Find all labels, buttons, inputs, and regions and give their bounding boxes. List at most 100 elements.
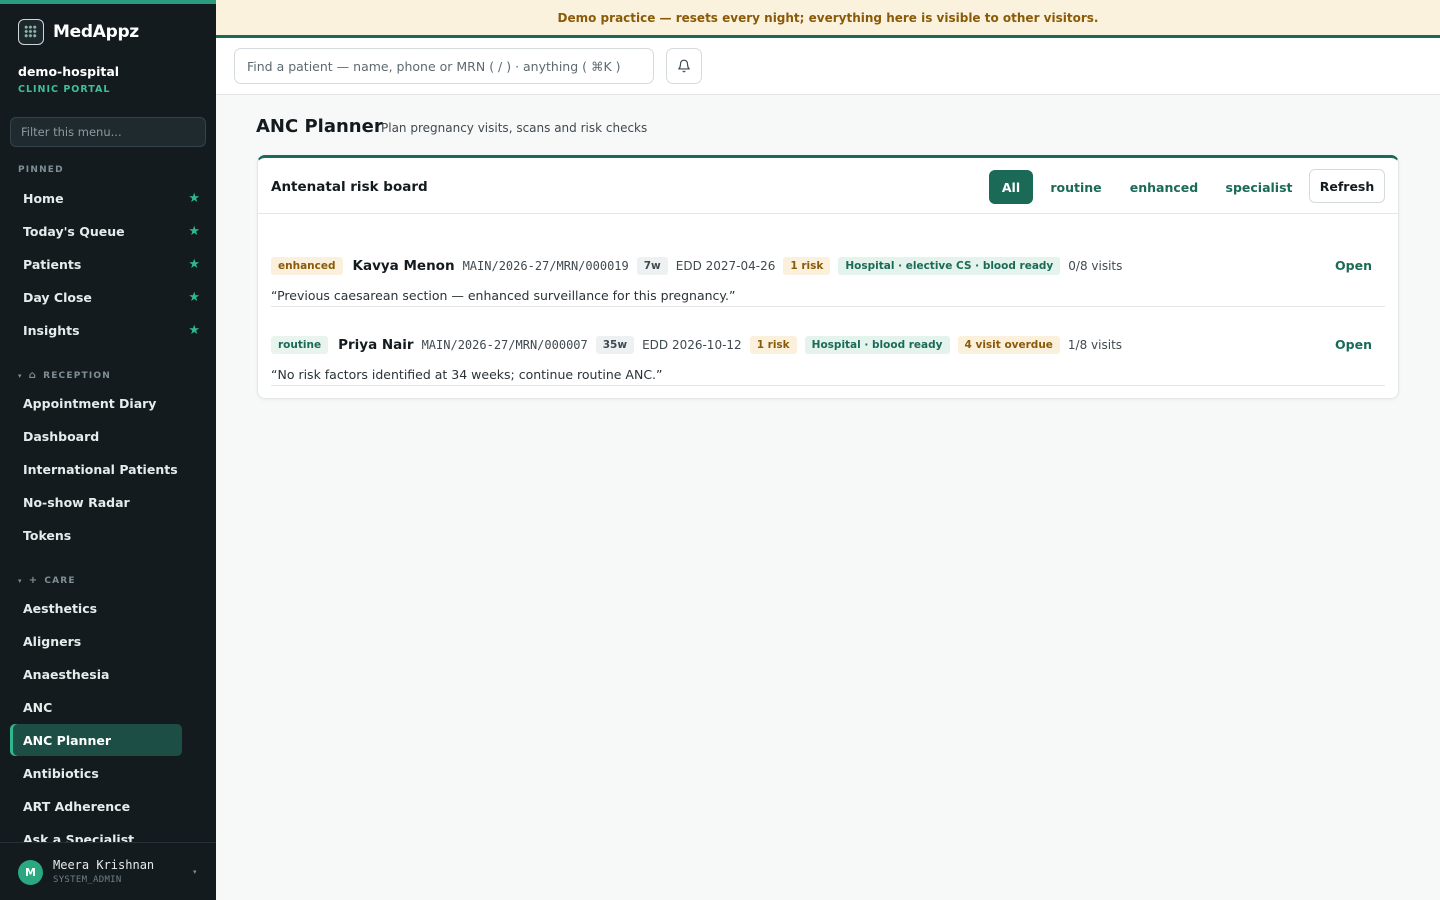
sidebar-item-ask-a-specialist[interactable]: Ask a Specialist	[10, 823, 182, 843]
chevron-down-icon: ▾	[193, 868, 197, 876]
sidebar-item-label: ART Adherence	[23, 798, 131, 814]
filter-enhanced-button[interactable]: enhanced	[1120, 170, 1208, 204]
patient-mrn: MAIN/2026-27/MRN/000007	[421, 338, 588, 352]
topbar	[216, 38, 1440, 95]
sidebar-item-dashboard[interactable]: Dashboard	[10, 420, 182, 452]
sidebar-item-label: Today's Queue	[23, 223, 125, 239]
sidebar-item-international-patients[interactable]: International Patients	[10, 453, 182, 485]
page-subtitle: Plan pregnancy visits, scans and risk ch…	[381, 121, 648, 135]
section-care[interactable]: ▾ + CARE	[18, 575, 76, 586]
sidebar-item-anc[interactable]: ANC	[10, 691, 182, 723]
sidebar: MedAppz demo-hospital CLINIC PORTAL PINN…	[0, 0, 216, 900]
sidebar-item-label: Home	[23, 190, 64, 206]
sidebar-item-aligners[interactable]: Aligners	[10, 625, 182, 657]
patient-name[interactable]: Kavya Menon	[353, 258, 455, 274]
delivery-plan-badge: Hospital · elective CS · blood ready	[838, 257, 1061, 275]
sidebar-item-appointment-diary[interactable]: Appointment Diary	[10, 387, 182, 419]
user-menu[interactable]: M Meera Krishnan SYSTEM_ADMIN ▾	[0, 842, 216, 900]
section-pinned-label: PINNED	[18, 165, 64, 175]
board-header: Antenatal risk board All routine enhance…	[258, 158, 1398, 214]
plus-icon: +	[28, 575, 39, 586]
sidebar-item-no-show-radar[interactable]: No-show Radar	[10, 486, 182, 518]
star-icon[interactable]: ★	[188, 323, 200, 338]
page-title: ANC Planner	[256, 116, 383, 137]
notifications-button[interactable]	[666, 48, 702, 84]
risk-note: “Previous caesarean section — enhanced s…	[271, 288, 736, 303]
demo-banner: Demo practice — resets every night; ever…	[216, 0, 1440, 38]
sidebar-item-tokens[interactable]: Tokens	[10, 519, 182, 551]
risk-note: “No risk factors identified at 34 weeks;…	[271, 367, 663, 382]
star-icon[interactable]: ★	[188, 257, 200, 272]
patient-name[interactable]: Priya Nair	[338, 337, 413, 353]
sidebar-item-label: Day Close	[23, 289, 92, 305]
sidebar-item-anaesthesia[interactable]: Anaesthesia	[10, 658, 182, 690]
risk-count-badge: 1 risk	[783, 257, 831, 275]
sidebar-item-label: Insights	[23, 322, 80, 338]
app-logo-icon	[18, 19, 44, 45]
visit-progress: 1/8 visits	[1067, 338, 1123, 352]
user-name: Meera Krishnan	[53, 858, 155, 872]
portal-label: CLINIC PORTAL	[18, 84, 111, 95]
open-button[interactable]: Open	[1335, 258, 1372, 273]
sidebar-item-label: Ask a Specialist	[23, 831, 135, 843]
table-row[interactable]: routine Priya Nair MAIN/2026-27/MRN/0000…	[271, 307, 1385, 386]
patient-mrn: MAIN/2026-27/MRN/000019	[462, 259, 629, 273]
sidebar-item-label: Patients	[23, 256, 82, 272]
sidebar-item-label: ANC	[23, 699, 53, 715]
sidebar-item-label: Aesthetics	[23, 600, 98, 616]
open-button[interactable]: Open	[1335, 337, 1372, 352]
patient-search-input[interactable]	[234, 48, 654, 84]
filter-all-button[interactable]: All	[989, 170, 1033, 204]
sidebar-item-patients[interactable]: Patients ★	[10, 248, 206, 280]
sidebar-item-label: ANC Planner	[23, 732, 111, 748]
brand[interactable]: MedAppz	[18, 19, 139, 45]
user-role: SYSTEM_ADMIN	[53, 875, 122, 885]
sidebar-item-todays-queue[interactable]: Today's Queue ★	[10, 215, 206, 247]
gestation-badge: 35w	[595, 336, 635, 354]
app-name: MedAppz	[53, 22, 139, 42]
risk-count-badge: 1 risk	[749, 336, 797, 354]
chevron-down-icon: ▾	[18, 371, 23, 380]
visit-progress: 0/8 visits	[1068, 259, 1123, 273]
filter-routine-button[interactable]: routine	[1041, 170, 1111, 204]
sidebar-item-art-adherence[interactable]: ART Adherence	[10, 790, 182, 822]
refresh-button[interactable]: Refresh	[1309, 169, 1385, 203]
edd-date: EDD 2026-10-12	[642, 338, 742, 352]
sidebar-item-label: Appointment Diary	[23, 395, 157, 411]
antenatal-risk-board: Antenatal risk board All routine enhance…	[257, 155, 1399, 399]
sidebar-item-home[interactable]: Home ★	[10, 182, 206, 214]
sidebar-item-label: No-show Radar	[23, 494, 130, 510]
sidebar-item-day-close[interactable]: Day Close ★	[10, 281, 206, 313]
board-title: Antenatal risk board	[271, 179, 428, 195]
section-reception[interactable]: ▾ ⌂ RECEPTION	[18, 370, 111, 381]
row-summary: enhanced Kavya Menon MAIN/2026-27/MRN/00…	[271, 257, 1122, 275]
avatar: M	[18, 860, 43, 885]
sidebar-item-label: Aligners	[23, 633, 82, 649]
sidebar-item-label: Anaesthesia	[23, 666, 110, 682]
sidebar-item-label: Tokens	[23, 527, 72, 543]
row-summary: routine Priya Nair MAIN/2026-27/MRN/0000…	[271, 336, 1122, 354]
star-icon[interactable]: ★	[188, 290, 200, 305]
sidebar-item-label: Antibiotics	[23, 765, 99, 781]
chevron-down-icon: ▾	[18, 576, 23, 585]
section-care-label: CARE	[44, 575, 76, 586]
org-name: demo-hospital	[18, 64, 120, 79]
section-reception-label: RECEPTION	[43, 370, 111, 381]
gestation-badge: 7w	[636, 257, 668, 275]
star-icon[interactable]: ★	[188, 191, 200, 206]
menu-filter-input[interactable]	[10, 117, 206, 147]
sidebar-item-aesthetics[interactable]: Aesthetics	[10, 592, 182, 624]
star-icon[interactable]: ★	[188, 224, 200, 239]
table-row[interactable]: enhanced Kavya Menon MAIN/2026-27/MRN/00…	[271, 228, 1385, 307]
sidebar-item-insights[interactable]: Insights ★	[10, 314, 206, 346]
delivery-plan-badge: Hospital · blood ready	[804, 336, 950, 354]
sidebar-item-antibiotics[interactable]: Antibiotics	[10, 757, 182, 789]
sidebar-item-label: Dashboard	[23, 428, 100, 444]
building-icon: ⌂	[28, 370, 38, 381]
sidebar-nav[interactable]: PINNED Home ★ Today's Queue ★ Patients ★…	[0, 154, 216, 842]
section-pinned: PINNED	[18, 165, 64, 175]
filter-specialist-button[interactable]: specialist	[1217, 170, 1301, 204]
edd-date: EDD 2027-04-26	[675, 259, 776, 273]
risk-level-badge: enhanced	[271, 257, 343, 275]
sidebar-item-anc-planner[interactable]: ANC Planner	[10, 724, 182, 756]
